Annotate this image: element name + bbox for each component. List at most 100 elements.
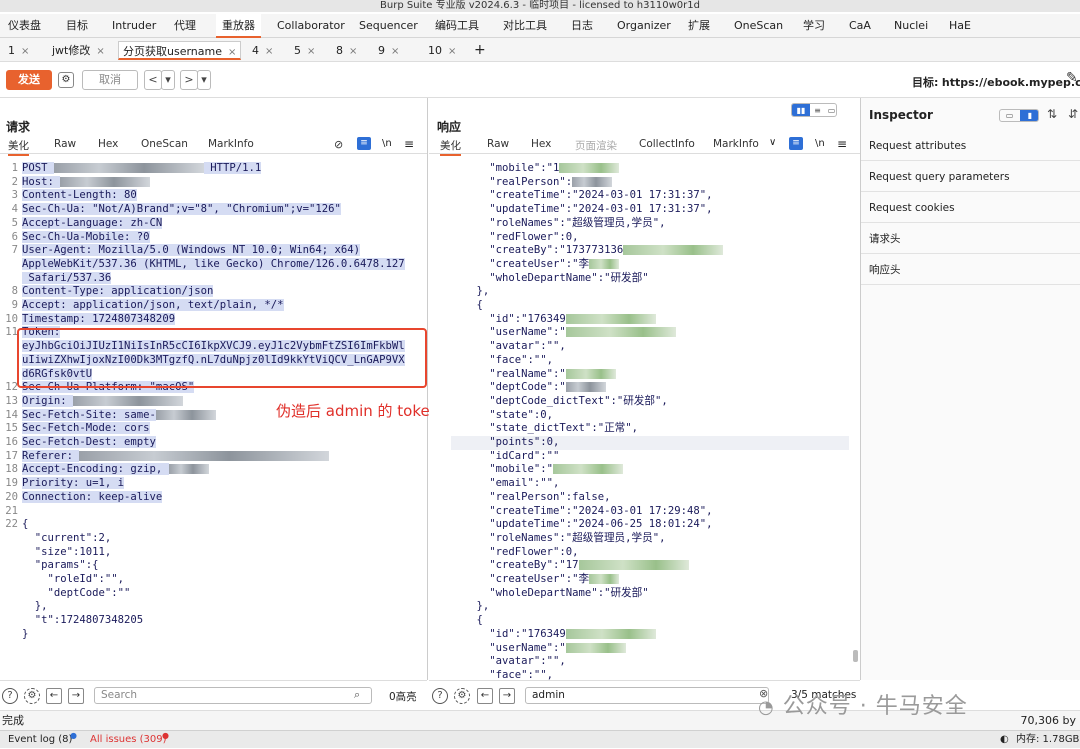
request-line-text: "current":2, [22, 531, 112, 544]
menu-tab[interactable]: Sequencer [359, 14, 418, 38]
history-back-button[interactable]: < [144, 70, 162, 90]
history-back-menu-button[interactable]: ▾ [161, 70, 175, 90]
response-search-input[interactable]: admin [525, 687, 769, 704]
request-tab[interactable]: 分页获取username × [118, 41, 242, 60]
send-button[interactable]: 发送 [6, 70, 52, 90]
request-highlight-count: 0高亮 [389, 691, 417, 703]
inspector-section[interactable]: 响应头 [861, 255, 1080, 285]
request-tab[interactable]: 9 × [374, 41, 403, 60]
menu-tab[interactable]: 目标 [66, 14, 88, 38]
close-tab-icon[interactable]: × [349, 46, 357, 57]
menu-tab[interactable]: Collaborator [277, 14, 345, 38]
next-match-arrow-icon[interactable]: → [68, 688, 84, 704]
inspector-title: Inspector [869, 108, 933, 122]
response-help-icon[interactable]: ? [432, 688, 448, 704]
inspector-section[interactable]: Request query parameters [861, 162, 1080, 192]
footer-bar: Event log (8) ● All issues (309) ● ◐ 内存:… [0, 730, 1080, 748]
request-view-tab[interactable]: Hex [98, 138, 118, 150]
history-forward-button[interactable]: > [180, 70, 198, 90]
response-newline-toggle-icon[interactable]: \n [815, 138, 825, 149]
response-prev-match-arrow-icon[interactable]: ← [477, 688, 493, 704]
close-tab-icon[interactable]: × [448, 46, 456, 57]
menu-tab[interactable]: 重放器 [216, 14, 261, 38]
cancel-button[interactable]: 取消 [82, 70, 138, 90]
layout-stacked-icon[interactable]: ≡ [811, 104, 824, 116]
inspector-section-label: 请求头 [869, 233, 901, 245]
request-tab[interactable]: jwt修改 × [48, 41, 109, 60]
response-view-tab[interactable]: CollectInfo [639, 138, 695, 150]
response-wrap-lines-icon[interactable]: ≡ [789, 137, 803, 150]
hide-nonprintable-eye-icon[interactable]: ⊘ [334, 138, 343, 151]
request-tab[interactable]: 4 × [248, 41, 277, 60]
event-log-link[interactable]: Event log (8) [8, 731, 72, 749]
settings-gear-icon[interactable]: ⚙ [58, 72, 74, 88]
request-view-tab[interactable]: 美化 [8, 138, 29, 156]
request-line-text: Accept-Encoding: gzip, [22, 463, 169, 476]
inspector-panel: Inspector ▭ ▮ ⇅ ⇵ Request attributes Requ… [861, 98, 1080, 680]
line-number: 1 [11, 162, 18, 174]
menu-tab[interactable]: Nuclei [894, 14, 928, 38]
close-tab-icon[interactable]: × [21, 46, 29, 57]
request-view-tab[interactable]: OneScan [141, 138, 188, 150]
prev-match-arrow-icon[interactable]: ← [46, 688, 62, 704]
menu-tab[interactable]: Organizer [617, 14, 671, 38]
inspector-layout-a-icon[interactable]: ▭ [1000, 110, 1019, 121]
request-search-input[interactable]: Search [94, 687, 372, 704]
response-view-tab[interactable]: MarkInfo [713, 138, 759, 150]
menu-tab[interactable]: HaE [949, 14, 971, 38]
close-tab-icon[interactable]: × [307, 46, 315, 57]
history-forward-menu-button[interactable]: ▾ [197, 70, 211, 90]
request-tab[interactable]: 5 × [290, 41, 319, 60]
inspector-sort-icon[interactable]: ⇅ [1047, 107, 1057, 121]
inspector-section[interactable]: Request cookies [861, 193, 1080, 223]
response-view-tab[interactable]: 页面渲染 [575, 138, 617, 153]
request-menu-icon[interactable]: ≡ [404, 137, 414, 151]
help-icon[interactable]: ? [2, 688, 18, 704]
request-line: Sec-Ch-Ua-Mobile: ?0 [22, 230, 150, 245]
response-menu-icon[interactable]: ≡ [837, 137, 847, 151]
response-line: "createBy":"17 [451, 559, 689, 573]
edit-target-pencil-icon[interactable]: ✎ [1066, 70, 1078, 86]
response-line: "redFlower":0, [451, 546, 578, 560]
response-view-tab[interactable]: Hex [531, 138, 551, 150]
menu-tab[interactable]: 学习 [803, 14, 825, 38]
menu-tab[interactable]: OneScan [734, 14, 783, 38]
inspector-collapse-icon[interactable]: ⇵ [1068, 107, 1078, 121]
response-view-dropdown-chevron-icon[interactable]: ∨ [769, 137, 776, 148]
request-view-tab[interactable]: MarkInfo [208, 138, 254, 150]
menu-tab[interactable]: CaA [849, 14, 871, 38]
close-tab-icon[interactable]: × [96, 46, 104, 57]
menu-tab[interactable]: 日志 [571, 14, 593, 38]
newline-toggle-icon[interactable]: \n [382, 138, 392, 149]
response-editor[interactable]: "mobile":"1 "realPerson": "createTime":"… [429, 156, 860, 680]
inspector-layout-b-icon[interactable]: ▮ [1020, 110, 1038, 121]
menu-tab[interactable]: 对比工具 [503, 14, 547, 38]
inspector-section[interactable]: 请求头 [861, 224, 1080, 254]
response-next-match-arrow-icon[interactable]: → [499, 688, 515, 704]
menu-tab[interactable]: 编码工具 [435, 14, 479, 38]
menu-tab[interactable]: 仪表盘 [8, 14, 41, 38]
search-settings-gear-icon[interactable]: ⚙ [24, 688, 40, 704]
wrap-lines-icon[interactable]: ≡ [357, 137, 371, 150]
response-search-settings-gear-icon[interactable]: ⚙ [454, 688, 470, 704]
menu-tab[interactable]: Intruder [112, 14, 156, 38]
menu-tab[interactable]: 代理 [174, 14, 196, 38]
response-view-tab[interactable]: 美化 [440, 138, 461, 156]
inspector-section[interactable]: Request attributes [861, 131, 1080, 161]
target-display[interactable]: 目标: https://ebook.mypep.cn [912, 74, 1080, 90]
menu-tab[interactable]: 扩展 [688, 14, 710, 38]
close-tab-icon[interactable]: × [228, 47, 236, 58]
watermark-text: 公众号 · 牛马安全 [782, 694, 968, 719]
response-scrollbar[interactable] [853, 650, 858, 662]
close-tab-icon[interactable]: × [265, 46, 273, 57]
request-tab[interactable]: + [470, 41, 490, 60]
request-tab[interactable]: 8 × [332, 41, 361, 60]
close-tab-icon[interactable]: × [391, 46, 399, 57]
request-view-tab[interactable]: Raw [54, 138, 76, 150]
request-tab[interactable]: 10 × [424, 41, 460, 60]
layout-side-by-side-icon[interactable]: ▮▮ [792, 104, 810, 116]
request-tab[interactable]: 1 × [4, 41, 33, 60]
layout-tabs-icon[interactable]: ▭ [825, 104, 836, 116]
all-issues-link[interactable]: All issues (309) [90, 731, 167, 749]
response-view-tab[interactable]: Raw [487, 138, 509, 150]
